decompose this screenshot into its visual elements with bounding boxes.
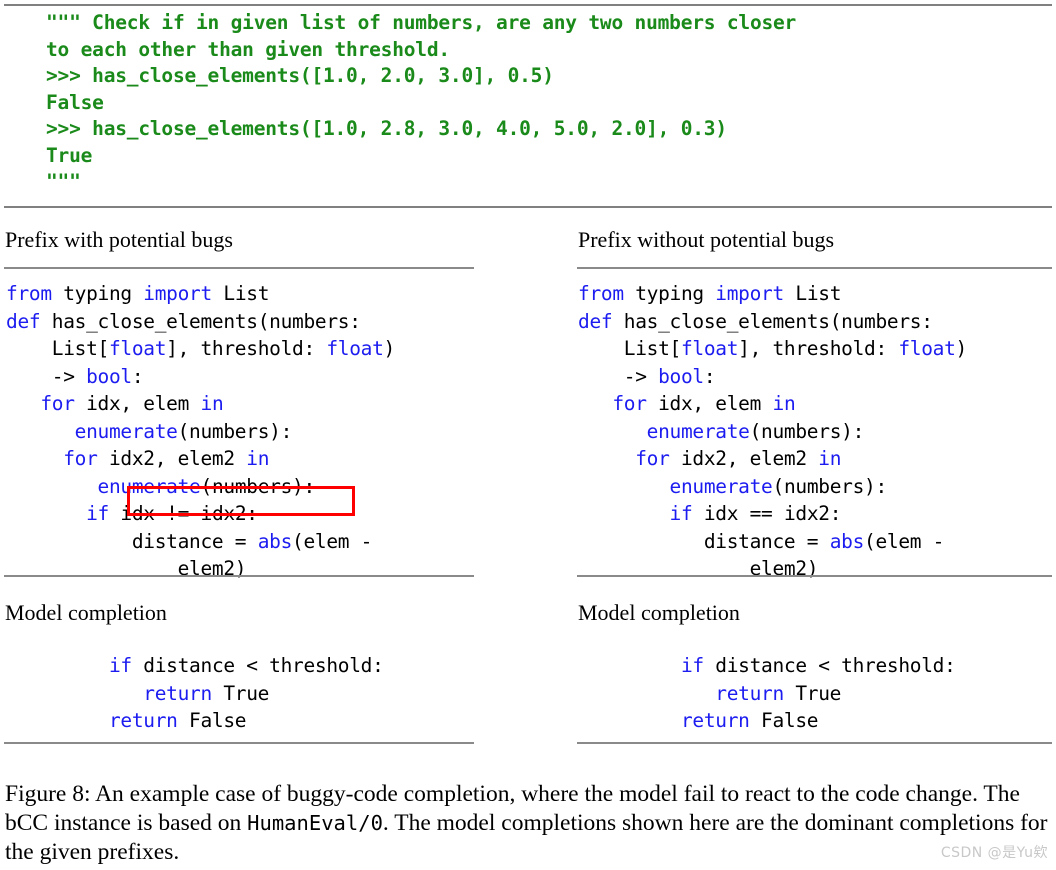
- divider-top: [4, 4, 1052, 6]
- divider-under-docstring: [4, 206, 1052, 208]
- figure-caption: Figure 8: An example case of buggy-code …: [5, 780, 1051, 867]
- code-right-completion: if distance < threshold: return True ret…: [680, 654, 956, 732]
- heading-prefix-without-bugs: Prefix without potential bugs: [578, 227, 835, 252]
- heading-prefix-with-bugs: Prefix with potential bugs: [5, 227, 233, 252]
- divider-right-prefix: [577, 267, 1052, 269]
- divider-left-prefix: [4, 267, 474, 269]
- divider-left-bottom: [4, 742, 474, 744]
- divider-left-mid: [4, 575, 474, 577]
- code-left-prefix: from typing import List def has_close_el…: [6, 282, 395, 580]
- code-right-prefix: from typing import List def has_close_el…: [578, 282, 967, 580]
- heading-right-model-completion: Model completion: [578, 600, 740, 625]
- figure-page: """ Check if in given list of numbers, a…: [0, 0, 1056, 870]
- csdn-watermark: CSDN @是Yu欸: [940, 845, 1048, 861]
- divider-right-mid: [577, 575, 1052, 577]
- heading-left-model-completion: Model completion: [5, 600, 167, 625]
- divider-right-bottom: [577, 742, 1052, 744]
- docstring-block: """ Check if in given list of numbers, a…: [46, 10, 796, 196]
- code-left-completion: if distance < threshold: return True ret…: [108, 654, 384, 732]
- caption-humaneval-ref: HumanEval/0: [247, 811, 383, 835]
- docstring-text: """ Check if in given list of numbers, a…: [46, 11, 797, 193]
